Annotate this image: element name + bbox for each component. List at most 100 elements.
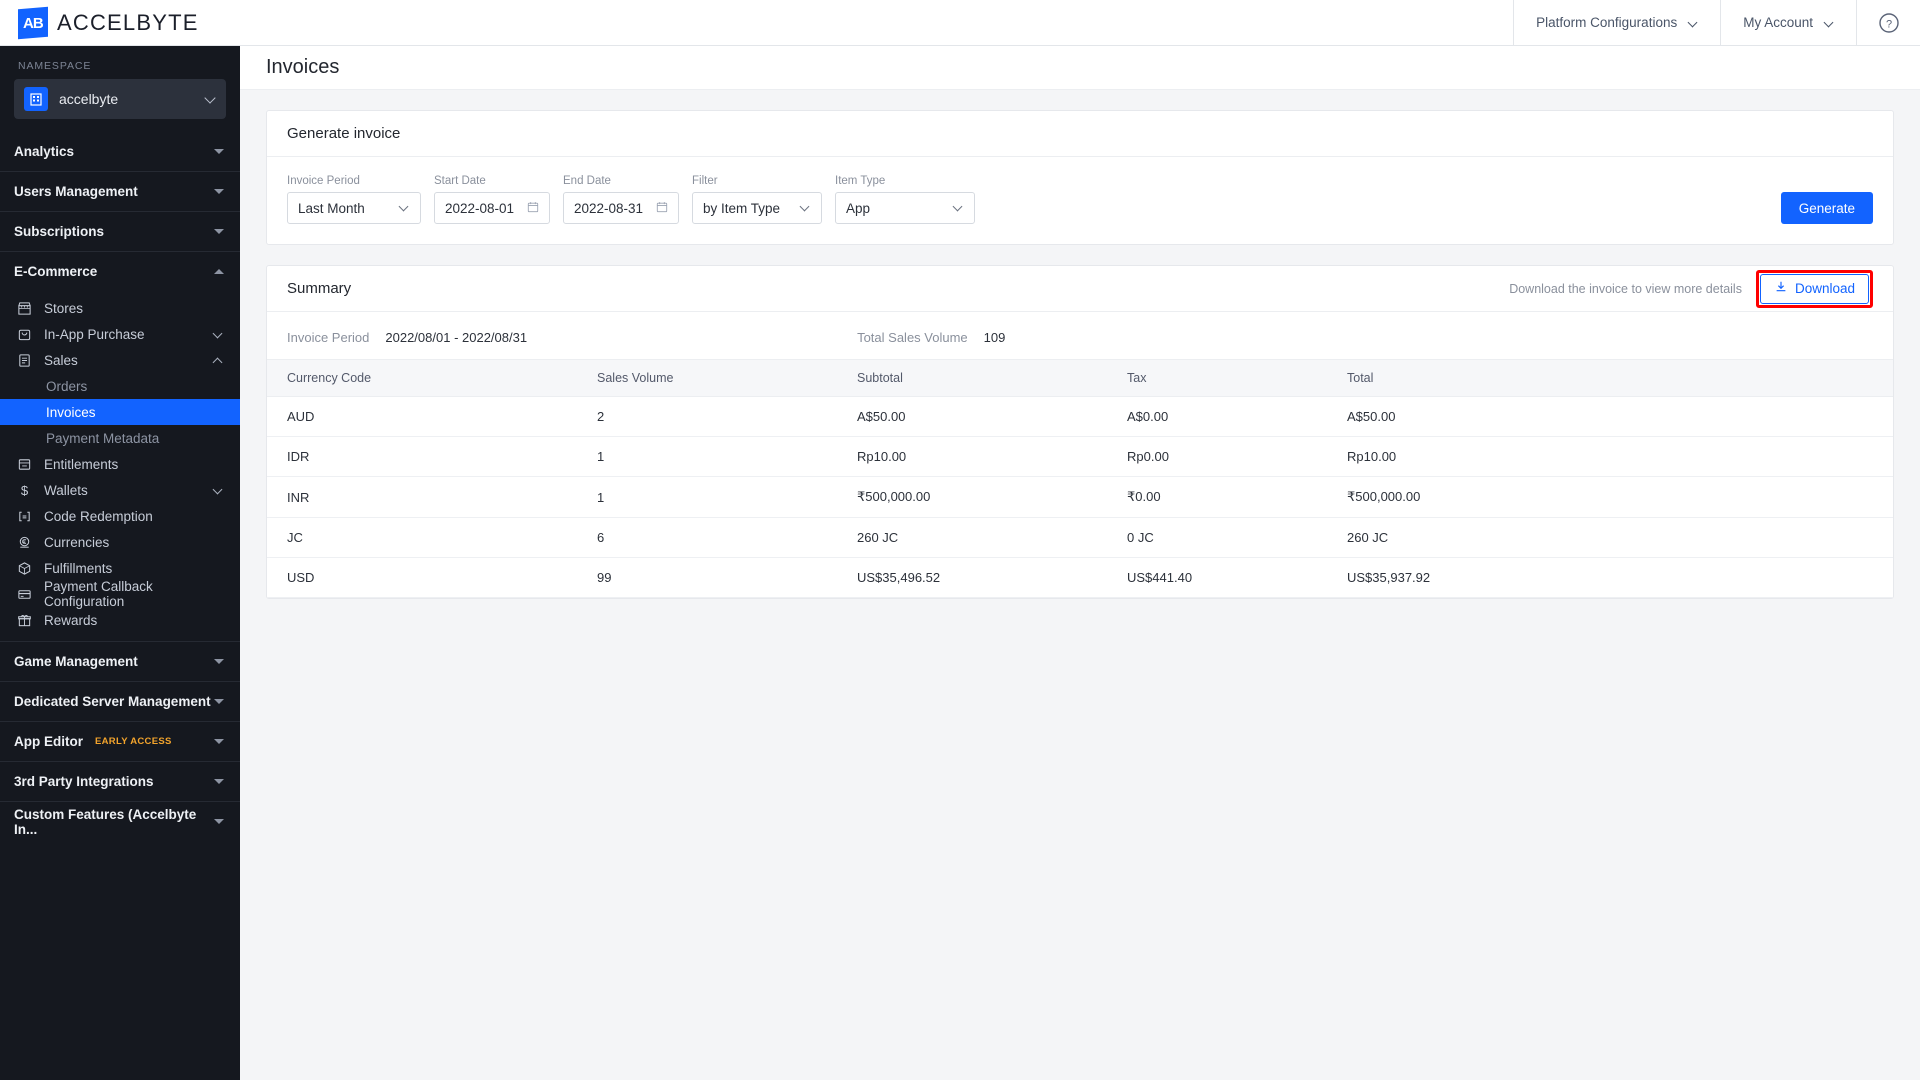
sidebar-item-currencies[interactable]: Currencies bbox=[0, 529, 240, 555]
invoice-period-select[interactable]: Last Month bbox=[287, 192, 421, 224]
cell-tax: A$0.00 bbox=[1127, 396, 1347, 437]
sidebar-item-in-app-purchase[interactable]: In-App Purchase bbox=[0, 321, 240, 347]
help-button[interactable]: ? bbox=[1856, 0, 1920, 46]
my-account-menu[interactable]: My Account bbox=[1720, 0, 1856, 46]
sidebar-section-label: Custom Features (Accelbyte In... bbox=[14, 806, 197, 837]
caret-down-icon bbox=[214, 779, 224, 784]
item-type-select[interactable]: App bbox=[835, 192, 975, 224]
namespace-value: accelbyte bbox=[59, 91, 119, 107]
gift-icon bbox=[16, 612, 33, 629]
caret-down-icon bbox=[214, 189, 224, 194]
start-date-label: Start Date bbox=[434, 175, 486, 187]
sidebar-section-label: Analytics bbox=[14, 143, 75, 159]
sidebar-section-label: Subscriptions bbox=[14, 224, 105, 239]
sidebar-section-label: 3rd Party Integrations bbox=[14, 774, 154, 789]
sidebar-item-label: Wallets bbox=[44, 482, 88, 498]
summary-card-header: Summary Download the invoice to view mor… bbox=[267, 266, 1893, 312]
sidebar-section-game-management[interactable]: Game Management bbox=[0, 641, 240, 681]
invoice-period-field: Invoice Period Last Month bbox=[287, 175, 421, 224]
brand-logo[interactable]: AB ACCELBYTE bbox=[0, 0, 240, 46]
namespace-selector[interactable]: accelbyte bbox=[14, 79, 226, 119]
chevron-down-icon bbox=[1689, 18, 1698, 27]
invoice-period-meta-label: Invoice Period bbox=[287, 330, 370, 345]
sidebar-section-analytics[interactable]: Analytics bbox=[0, 131, 240, 171]
item-type-label: Item Type bbox=[835, 175, 886, 187]
sidebar-item-orders[interactable]: Orders bbox=[0, 373, 240, 399]
caret-down-icon bbox=[214, 819, 224, 824]
caret-down-icon bbox=[214, 148, 224, 154]
sidebar-item-label: In-App Purchase bbox=[44, 326, 145, 342]
calendar-icon[interactable] bbox=[656, 201, 668, 216]
end-date-input[interactable]: 2022-08-31 bbox=[563, 192, 679, 224]
top-bar-actions: Platform Configurations My Account ? bbox=[1513, 0, 1920, 46]
receipt-icon bbox=[16, 352, 33, 369]
generate-invoice-card-header: Generate invoice bbox=[267, 111, 1893, 157]
column-header-subtotal: Subtotal bbox=[857, 359, 1127, 397]
caret-up-icon bbox=[214, 269, 224, 274]
sidebar-section-third-party-integrations[interactable]: 3rd Party Integrations bbox=[0, 761, 240, 801]
chevron-down-icon bbox=[1825, 18, 1834, 27]
download-icon bbox=[1774, 280, 1788, 297]
start-date-field: Start Date 2022-08-01 bbox=[434, 175, 550, 224]
sidebar-item-wallets[interactable]: $ Wallets bbox=[0, 477, 240, 503]
cell-total: Rp10.00 bbox=[1347, 436, 1893, 477]
generate-invoice-title: Generate invoice bbox=[287, 125, 401, 142]
sidebar-item-label: Sales bbox=[44, 352, 78, 368]
sidebar-item-invoices[interactable]: Invoices bbox=[0, 399, 240, 425]
summary-title: Summary bbox=[287, 280, 352, 297]
platform-configurations-label: Platform Configurations bbox=[1536, 15, 1678, 30]
filter-select[interactable]: by Item Type bbox=[692, 192, 822, 224]
cell-tax: US$441.40 bbox=[1127, 557, 1347, 598]
sidebar-item-label: Code Redemption bbox=[44, 508, 153, 524]
summary-table-head: Currency Code Sales Volume Subtotal Tax … bbox=[267, 359, 1893, 397]
table-row: AUD 2 A$50.00 A$0.00 A$50.00 bbox=[267, 396, 1893, 437]
generate-invoice-form: Invoice Period Last Month Start Date 202… bbox=[267, 157, 1893, 244]
invoice-period-label: Invoice Period bbox=[287, 175, 360, 187]
sidebar-item-rewards[interactable]: Rewards bbox=[0, 607, 240, 633]
main-content: Invoices Generate invoice Invoice Period… bbox=[240, 46, 1920, 1080]
table-row: IDR 1 Rp10.00 Rp0.00 Rp10.00 bbox=[267, 436, 1893, 477]
invoice-period-meta-value: 2022/08/01 - 2022/08/31 bbox=[385, 330, 528, 345]
sidebar-section-custom-features[interactable]: Custom Features (Accelbyte In... bbox=[0, 801, 240, 841]
table-row: INR 1 ₹500,000.00 ₹0.00 ₹500,000.00 bbox=[267, 476, 1893, 518]
sidebar-section-app-editor[interactable]: App Editor EARLY ACCESS bbox=[0, 721, 240, 761]
sidebar-section-dedicated-server-management[interactable]: Dedicated Server Management bbox=[0, 681, 240, 721]
sidebar-item-label: Currencies bbox=[44, 534, 110, 550]
entitlement-icon bbox=[16, 456, 33, 473]
code-icon bbox=[16, 508, 33, 525]
early-access-badge: EARLY ACCESS bbox=[95, 736, 172, 747]
sidebar-item-payment-callback-configuration[interactable]: Payment Callback Configuration bbox=[0, 579, 240, 609]
summary-table: Currency Code Sales Volume Subtotal Tax … bbox=[267, 359, 1893, 598]
generate-invoice-card: Generate invoice Invoice Period Last Mon… bbox=[266, 110, 1894, 245]
cell-subtotal: A$50.00 bbox=[857, 396, 1127, 437]
platform-configurations-menu[interactable]: Platform Configurations bbox=[1513, 0, 1720, 46]
start-date-input[interactable]: 2022-08-01 bbox=[434, 192, 550, 224]
generate-button[interactable]: Generate bbox=[1780, 192, 1873, 224]
sidebar-item-fulfillments[interactable]: Fulfillments bbox=[0, 555, 240, 581]
cell-currency-code: USD bbox=[267, 557, 597, 598]
sidebar-item-entitlements[interactable]: Entitlements bbox=[0, 451, 240, 477]
svg-text:$: $ bbox=[21, 483, 29, 498]
dollar-icon: $ bbox=[16, 482, 33, 499]
calendar-icon[interactable] bbox=[527, 201, 539, 216]
sidebar-section-users-management[interactable]: Users Management bbox=[0, 171, 240, 211]
cell-total: 260 JC bbox=[1347, 517, 1893, 558]
cell-subtotal: 260 JC bbox=[857, 517, 1127, 558]
sidebar-section-label: Game Management bbox=[14, 654, 138, 669]
sidebar-item-stores[interactable]: Stores bbox=[0, 295, 240, 321]
sidebar-subitem-label: Payment Metadata bbox=[46, 430, 160, 446]
sidebar-item-payment-metadata[interactable]: Payment Metadata bbox=[0, 425, 240, 451]
cell-currency-code: AUD bbox=[267, 396, 597, 437]
download-button[interactable]: Download bbox=[1759, 273, 1869, 304]
column-header-sales-volume: Sales Volume bbox=[597, 359, 857, 397]
box-icon bbox=[16, 560, 33, 577]
sidebar-item-code-redemption[interactable]: Code Redemption bbox=[0, 503, 240, 529]
item-type-value: App bbox=[846, 200, 871, 216]
cell-currency-code: JC bbox=[267, 517, 597, 558]
sidebar-section-label: Dedicated Server Management bbox=[14, 694, 211, 709]
sidebar-section-ecommerce[interactable]: E-Commerce bbox=[0, 251, 240, 291]
sidebar-item-sales[interactable]: Sales bbox=[0, 347, 240, 373]
cell-tax: 0 JC bbox=[1127, 517, 1347, 558]
download-highlight-annotation: Download bbox=[1755, 269, 1873, 308]
sidebar-section-subscriptions[interactable]: Subscriptions bbox=[0, 211, 240, 251]
